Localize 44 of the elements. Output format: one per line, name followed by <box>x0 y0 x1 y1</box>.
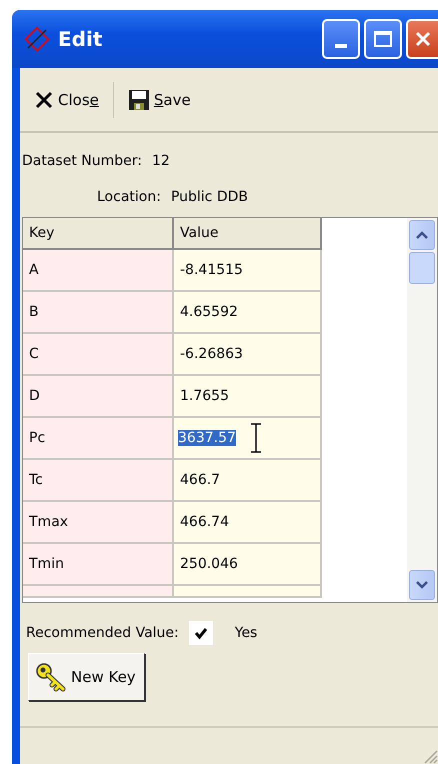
field-label: Dataset Number: <box>22 153 142 169</box>
table-cell: 4.65592 <box>174 292 322 334</box>
cell-editor-field[interactable]: 3637.57 <box>174 418 322 460</box>
save-button[interactable]: Save <box>124 84 195 114</box>
column-header[interactable]: Key <box>23 218 174 250</box>
scroll-thumb[interactable] <box>409 252 435 284</box>
scroll-down-button[interactable] <box>409 570 435 600</box>
field-value: 12 <box>152 153 170 169</box>
table-cell: Tmax <box>23 502 174 544</box>
table-cell: Tmin <box>23 544 174 586</box>
table-cell: D <box>23 376 174 418</box>
window-title: Edit <box>58 27 104 51</box>
diamond-logo-icon <box>24 26 50 52</box>
table-cell: Tc <box>23 460 174 502</box>
close-icon <box>413 29 433 49</box>
text-cursor-icon <box>250 423 262 453</box>
chevron-down-icon <box>415 580 429 590</box>
table-cell: B <box>23 292 174 334</box>
scroll-up-button[interactable] <box>409 220 435 250</box>
column-header[interactable]: Value <box>174 218 322 250</box>
checkbox-label: Yes <box>234 625 258 641</box>
minimize-button[interactable] <box>322 19 360 59</box>
resize-grip-icon <box>422 748 438 764</box>
field-label: Recommended Value: <box>26 625 179 641</box>
checkmark-icon <box>194 626 208 640</box>
field-value: Public DDB <box>170 189 248 205</box>
close-icon <box>34 90 54 110</box>
checkbox[interactable] <box>188 621 213 645</box>
chevron-up-icon <box>415 230 429 240</box>
table-cell: 1.7655 <box>174 376 322 418</box>
table-cell: Pc <box>23 418 174 460</box>
table-cell: 466.7 <box>174 460 322 502</box>
maximize-button[interactable] <box>364 19 402 59</box>
new-key-button[interactable]: New Key <box>28 653 145 701</box>
table-cell: A <box>23 250 174 292</box>
table-cell: -8.41515 <box>174 250 322 292</box>
table-cell: C <box>23 334 174 376</box>
table-cell: -6.26863 <box>174 334 322 376</box>
field-label: Location: <box>97 189 161 205</box>
table-cell: 250.046 <box>174 544 322 586</box>
close-action-button[interactable]: Close <box>30 86 103 114</box>
scrollbar[interactable] <box>407 218 437 602</box>
close-button[interactable] <box>406 19 438 59</box>
table-cell: 466.74 <box>174 502 322 544</box>
